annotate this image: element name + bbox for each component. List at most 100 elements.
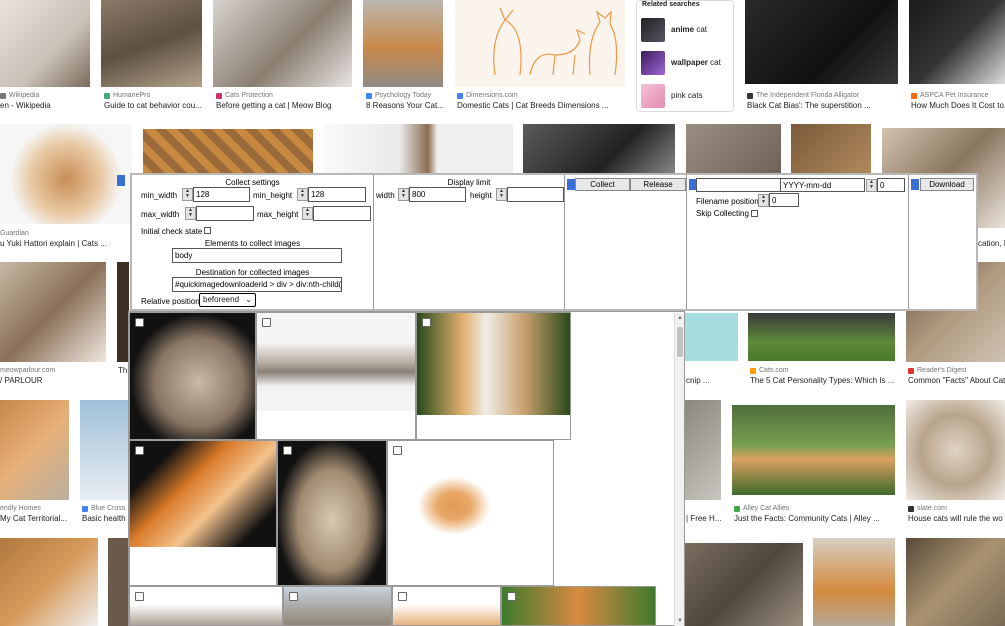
select-checkbox[interactable] <box>289 592 298 601</box>
width-spinner[interactable]: ▲ ▼ <box>398 188 409 201</box>
result-caption[interactable]: meowparlour.com / PARLOUR <box>0 366 110 386</box>
select-checkbox[interactable] <box>393 446 402 455</box>
skip-collecting-checkbox[interactable] <box>751 210 758 217</box>
collected-image-cell[interactable] <box>277 440 387 586</box>
select-checkbox[interactable] <box>135 446 144 455</box>
result-thumb[interactable] <box>791 124 871 174</box>
result-caption[interactable]: HumanePro Guide to cat behavior cou... <box>104 91 204 111</box>
select-checkbox[interactable] <box>398 592 407 601</box>
result-thumb[interactable] <box>685 543 803 626</box>
elements-input[interactable]: body <box>172 248 342 263</box>
select-checkbox[interactable] <box>507 592 516 601</box>
min-width-spinner[interactable]: ▲ ▼ <box>182 188 193 201</box>
result-caption[interactable]: Reader's Digest Common "Facts" About Cat <box>908 366 1005 386</box>
download-button[interactable]: Download <box>920 178 974 191</box>
result-caption[interactable]: Cats Protection Before getting a cat | M… <box>216 91 356 111</box>
result-caption[interactable]: Cats.com The 5 Cat Personality Types: Wh… <box>750 366 900 386</box>
result-caption[interactable]: Th <box>118 366 128 376</box>
result-caption[interactable]: Alley Cat Allies Just the Facts: Communi… <box>734 504 904 524</box>
result-thumb[interactable] <box>0 400 69 500</box>
result-thumb[interactable] <box>906 400 1005 500</box>
filename-counter-spinner[interactable]: ▲ ▼ <box>866 179 877 192</box>
result-thumb[interactable] <box>686 124 781 174</box>
min-height-spinner[interactable]: ▲ ▼ <box>297 188 308 201</box>
collected-image-cell[interactable] <box>129 586 283 625</box>
result-thumb[interactable] <box>80 400 128 500</box>
result-thumb[interactable] <box>363 0 443 87</box>
filename-counter-input[interactable]: 0 <box>877 178 905 192</box>
result-thumb[interactable] <box>0 124 132 224</box>
collected-image-cell[interactable] <box>283 586 392 625</box>
gallery-scrollbar[interactable]: ▲ ▼ <box>674 313 684 626</box>
collected-image-cell[interactable] <box>256 312 416 440</box>
result-caption[interactable]: | Free H... <box>686 514 726 524</box>
max-height-input[interactable] <box>313 206 371 221</box>
max-height-spinner[interactable]: ▲ ▼ <box>302 207 313 220</box>
scroll-thumb[interactable] <box>677 327 683 357</box>
collected-image-cell[interactable] <box>416 312 571 440</box>
release-button[interactable]: Release <box>630 178 686 191</box>
actions-tab-marker <box>567 179 575 190</box>
result-thumb[interactable] <box>685 313 738 361</box>
collected-image-cell[interactable] <box>501 586 656 625</box>
result-thumb[interactable] <box>324 124 513 174</box>
result-thumb[interactable] <box>0 0 90 87</box>
result-caption[interactable]: slate.com House cats will rule the wo <box>908 504 1005 524</box>
result-caption[interactable]: Wikipedia en - Wikipedia <box>0 91 95 111</box>
select-checkbox[interactable] <box>422 318 431 327</box>
related-search-item[interactable]: wallpaper cat <box>637 46 733 79</box>
select-checkbox[interactable] <box>283 446 292 455</box>
result-caption[interactable]: cnip ... <box>686 376 736 386</box>
result-caption[interactable]: Psychology Today 8 Reasons Your Cat... <box>366 91 446 111</box>
result-thumb[interactable] <box>108 538 128 626</box>
max-width-spinner[interactable]: ▲ ▼ <box>185 207 196 220</box>
scroll-down-icon[interactable]: ▼ <box>677 618 683 624</box>
filename-prefix-input[interactable] <box>696 178 781 192</box>
result-caption[interactable]: endly Homes My Cat Territorial... <box>0 504 75 524</box>
result-caption[interactable]: Blue Cross Basic health <box>82 504 128 524</box>
height-spinner[interactable]: ▲ ▼ <box>496 188 507 201</box>
result-caption[interactable]: The Independent Florida Alligator Black … <box>747 91 902 111</box>
result-thumb[interactable] <box>909 0 1005 84</box>
result-caption[interactable]: ASPCA Pet Insurance How Much Does It Cos… <box>911 91 1005 111</box>
collected-image-cell[interactable] <box>129 440 277 586</box>
result-caption[interactable]: cation, I <box>978 239 1005 249</box>
related-search-item[interactable]: pink cats <box>637 79 733 112</box>
result-thumb[interactable] <box>213 0 352 87</box>
result-caption[interactable]: Dimensions.com Domestic Cats | Cat Breed… <box>457 91 632 111</box>
result-thumb[interactable] <box>685 400 721 500</box>
related-search-item[interactable]: anime cat <box>637 13 733 46</box>
result-thumb[interactable] <box>523 124 675 174</box>
select-checkbox[interactable] <box>262 318 271 327</box>
select-checkbox[interactable] <box>135 318 144 327</box>
width-input[interactable]: 800 <box>409 187 466 202</box>
result-thumb[interactable] <box>101 0 202 87</box>
select-checkbox[interactable] <box>135 592 144 601</box>
height-input[interactable] <box>507 187 564 202</box>
result-thumb[interactable] <box>813 538 895 626</box>
result-thumb[interactable] <box>906 538 1005 626</box>
filename-position-spinner[interactable]: ▲ ▼ <box>758 194 769 207</box>
result-thumb[interactable] <box>748 313 895 361</box>
result-caption[interactable]: Guardian u Yuki Hattori explain | Cats .… <box>0 229 128 249</box>
filename-date-input[interactable]: YYYY-mm-dd <box>780 178 865 192</box>
result-thumb[interactable] <box>745 0 898 84</box>
result-thumb[interactable] <box>0 538 98 626</box>
collected-image-cell[interactable] <box>129 312 256 440</box>
collected-image-cell[interactable] <box>392 586 501 625</box>
min-width-input[interactable]: 128 <box>193 187 250 202</box>
result-thumb[interactable] <box>0 262 106 362</box>
destination-input[interactable]: #quickimagedownloaderid > div > div:nth-… <box>172 277 342 292</box>
result-thumb[interactable] <box>143 129 313 174</box>
collected-image-cell[interactable] <box>387 440 554 586</box>
result-thumb[interactable] <box>455 0 625 87</box>
scroll-up-icon[interactable]: ▲ <box>677 315 683 321</box>
max-width-input[interactable] <box>196 206 254 221</box>
panel-drag-handle[interactable] <box>117 175 125 186</box>
initial-check-checkbox[interactable] <box>204 227 211 234</box>
filename-position-input[interactable]: 0 <box>769 193 799 207</box>
relative-position-select[interactable]: beforeend ⌄ <box>199 293 256 307</box>
min-height-input[interactable]: 128 <box>308 187 366 202</box>
result-thumb[interactable] <box>732 405 895 495</box>
collect-button[interactable]: Collect <box>575 178 630 191</box>
